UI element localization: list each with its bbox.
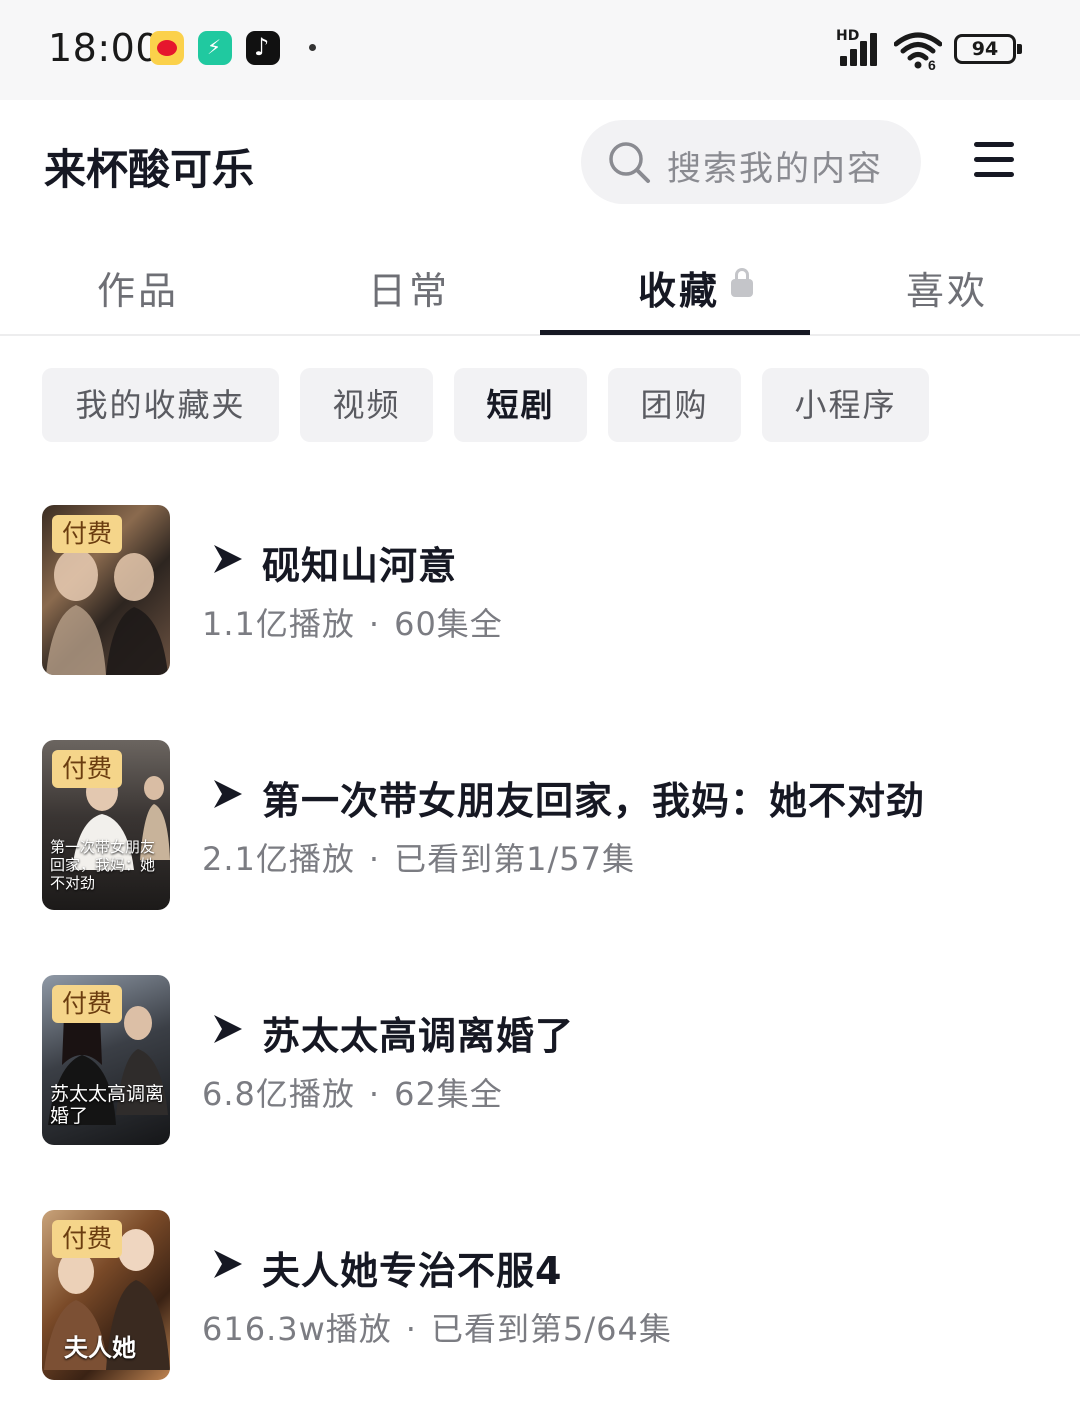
play-count: 1.1亿播放 <box>202 605 355 643</box>
chip-my-folders[interactable]: 我的收藏夹 <box>42 368 279 442</box>
meta-separator: · <box>368 840 381 878</box>
drama-title: 第一次带女朋友回家，我妈：她不对劲 <box>262 779 926 823</box>
episode-info: 62集全 <box>394 1075 503 1113</box>
short-drama-icon <box>214 780 242 808</box>
drama-meta: 1.1亿播放 · 60集全 <box>202 599 503 645</box>
short-drama-icon <box>214 1015 242 1043</box>
chip-short-dramas[interactable]: 短剧 <box>454 368 587 442</box>
status-bar: 18:00 HD 6 94 <box>0 0 1080 100</box>
paid-badge: 付费 <box>52 750 123 788</box>
svg-text:6: 6 <box>928 57 936 70</box>
profile-tabs: 作品 日常 收藏 喜欢 <box>0 230 1080 336</box>
poster-title: 苏太太高调离婚了 <box>50 1083 165 1127</box>
paid-badge: 付费 <box>52 515 123 553</box>
shield-icon <box>198 31 232 65</box>
paid-badge: 付费 <box>52 985 123 1023</box>
short-drama-icon <box>214 545 242 573</box>
menu-icon[interactable] <box>974 142 1014 178</box>
drama-poster[interactable]: 付费 夫人她 <box>42 1210 170 1380</box>
poster-title: 夫人她 <box>64 1333 136 1362</box>
profile-name: 来杯酸可乐 <box>44 145 255 194</box>
drama-poster[interactable]: 付费 苏太太高调离婚了 <box>42 975 170 1145</box>
tab-likes[interactable]: 喜欢 <box>906 260 988 315</box>
meta-separator: · <box>405 1310 417 1348</box>
play-count: 6.8亿播放 <box>202 1075 355 1113</box>
battery-icon: 94 <box>954 34 1022 64</box>
meta-separator: · <box>368 1075 381 1113</box>
search-placeholder: 搜索我的内容 <box>667 149 883 189</box>
chip-group-buy[interactable]: 团购 <box>608 368 741 442</box>
tab-works[interactable]: 作品 <box>97 260 179 315</box>
drama-title: 夫人她专治不服4 <box>262 1249 563 1293</box>
drama-poster[interactable]: 付费 第一次带女朋友回家，我妈：她不对劲 <box>42 740 170 910</box>
short-drama-icon <box>214 1250 242 1278</box>
poster-title: 第一次带女朋友回家，我妈：她不对劲 <box>50 838 156 892</box>
search-icon <box>609 142 650 183</box>
signal-icon: HD <box>836 28 884 66</box>
active-tab-indicator <box>540 330 810 335</box>
wifi-icon: 6 <box>894 32 942 70</box>
tab-daily[interactable]: 日常 <box>368 260 450 315</box>
battery-level: 94 <box>971 38 999 60</box>
paid-badge: 付费 <box>52 1220 123 1258</box>
favorites-filter: 我的收藏夹 视频 短剧 团购 小程序 <box>0 368 1080 442</box>
drama-meta: 2.1亿播放 · 已看到第1/57集 <box>202 834 635 880</box>
play-count: 616.3w播放 <box>202 1310 392 1348</box>
tiktok-icon <box>246 31 280 65</box>
play-count: 2.1亿播放 <box>202 840 355 878</box>
search-input[interactable]: 搜索我的内容 <box>581 120 921 204</box>
drama-meta: 6.8亿播放 · 62集全 <box>202 1069 503 1115</box>
tab-favorites[interactable]: 收藏 <box>638 260 720 315</box>
profile-header: 来杯酸可乐 搜索我的内容 <box>0 100 1080 230</box>
list-item[interactable]: 付费 砚知山河意 1.1亿播放 · 60集全 <box>0 505 1080 677</box>
drama-poster[interactable]: 付费 <box>42 505 170 675</box>
list-item[interactable]: 付费 第一次带女朋友回家，我妈：她不对劲 第一次带女朋友回家，我妈：她不对劲 2… <box>0 740 1080 912</box>
episode-info: 60集全 <box>394 605 503 643</box>
episode-info: 已看到第5/64集 <box>430 1310 672 1348</box>
meta-separator: · <box>368 605 381 643</box>
more-notifications-dot <box>309 44 316 51</box>
drama-title: 苏太太高调离婚了 <box>262 1014 575 1058</box>
clock: 18:00 <box>48 26 161 70</box>
list-item[interactable]: 付费 夫人她 夫人她专治不服4 616.3w播放 · 已看到第5/64集 <box>0 1210 1080 1382</box>
weibo-icon <box>150 31 184 65</box>
lock-icon <box>731 268 753 298</box>
drama-meta: 616.3w播放 · 已看到第5/64集 <box>202 1304 672 1350</box>
chip-mini-programs[interactable]: 小程序 <box>762 368 929 442</box>
chip-videos[interactable]: 视频 <box>300 368 433 442</box>
episode-info: 已看到第1/57集 <box>394 840 635 878</box>
drama-title: 砚知山河意 <box>262 544 458 588</box>
list-item[interactable]: 付费 苏太太高调离婚了 苏太太高调离婚了 6.8亿播放 · 62集全 <box>0 975 1080 1147</box>
network-type: HD <box>836 28 860 44</box>
